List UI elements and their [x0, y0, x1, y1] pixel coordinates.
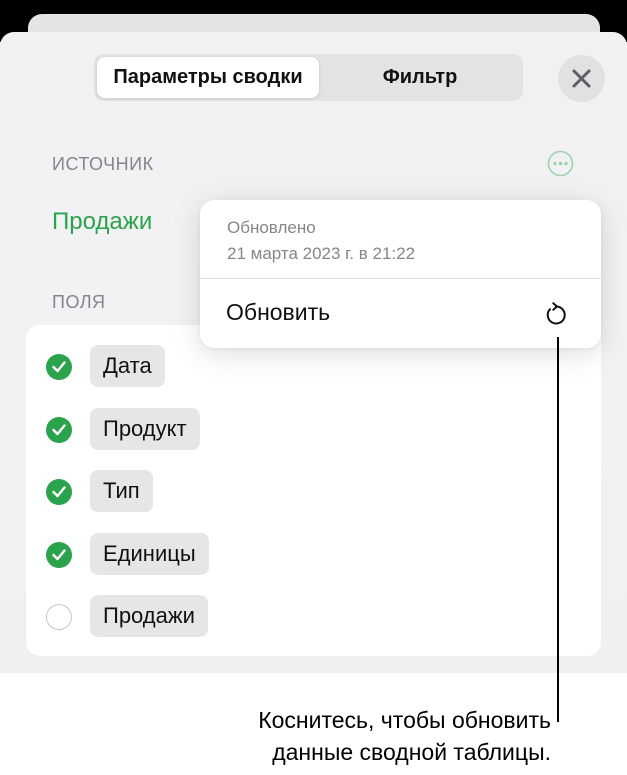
checkmark-circle-icon[interactable] [46, 354, 72, 380]
callout-line [557, 337, 559, 722]
more-button[interactable] [547, 150, 574, 177]
updated-label: Обновлено [227, 218, 316, 237]
refresh-popover: Обновлено 21 марта 2023 г. в 21:22 Обнов… [200, 200, 601, 348]
fields-header: ПОЛЯ [52, 292, 106, 312]
checkmark-circle-icon[interactable] [46, 479, 72, 505]
field-row[interactable]: Продажи [26, 592, 601, 642]
field-pill[interactable]: Дата [90, 345, 165, 387]
tab-pivot-options[interactable]: Параметры сводки [97, 57, 319, 98]
field-row[interactable]: Единицы [26, 530, 601, 580]
checkmark-circle-icon[interactable] [46, 417, 72, 443]
callout-text: Коснитесь, чтобы обновить данные сводной… [258, 704, 551, 768]
updated-timestamp: 21 марта 2023 г. в 21:22 [227, 244, 416, 263]
refresh-button[interactable]: Обновить [226, 299, 330, 326]
fields-list: Дата Продукт Тип Единицы Продажи [26, 325, 601, 656]
checkmark-circle-icon[interactable] [46, 542, 72, 568]
source-header: ИСТОЧНИК [52, 154, 154, 174]
field-pill[interactable]: Единицы [90, 533, 209, 575]
callout-line-2: данные сводной таблицы. [272, 739, 551, 765]
callout-line-1: Коснитесь, чтобы обновить [258, 707, 551, 733]
field-row[interactable]: Дата [26, 342, 601, 392]
field-row[interactable]: Продукт [26, 405, 601, 455]
field-pill[interactable]: Тип [90, 470, 153, 512]
close-button[interactable] [558, 55, 605, 102]
field-pill[interactable]: Продажи [90, 595, 208, 637]
empty-circle-icon[interactable] [46, 604, 72, 630]
segmented-control: Параметры сводки Фильтр [94, 54, 523, 101]
source-table-name[interactable]: Продажи [52, 208, 152, 236]
field-pill[interactable]: Продукт [90, 408, 200, 450]
ellipsis-circle-icon [547, 150, 574, 177]
refresh-icon[interactable] [541, 299, 571, 329]
close-icon [572, 69, 591, 88]
tab-filter[interactable]: Фильтр [320, 57, 520, 98]
field-row[interactable]: Тип [26, 467, 601, 517]
popover-divider [200, 278, 601, 279]
